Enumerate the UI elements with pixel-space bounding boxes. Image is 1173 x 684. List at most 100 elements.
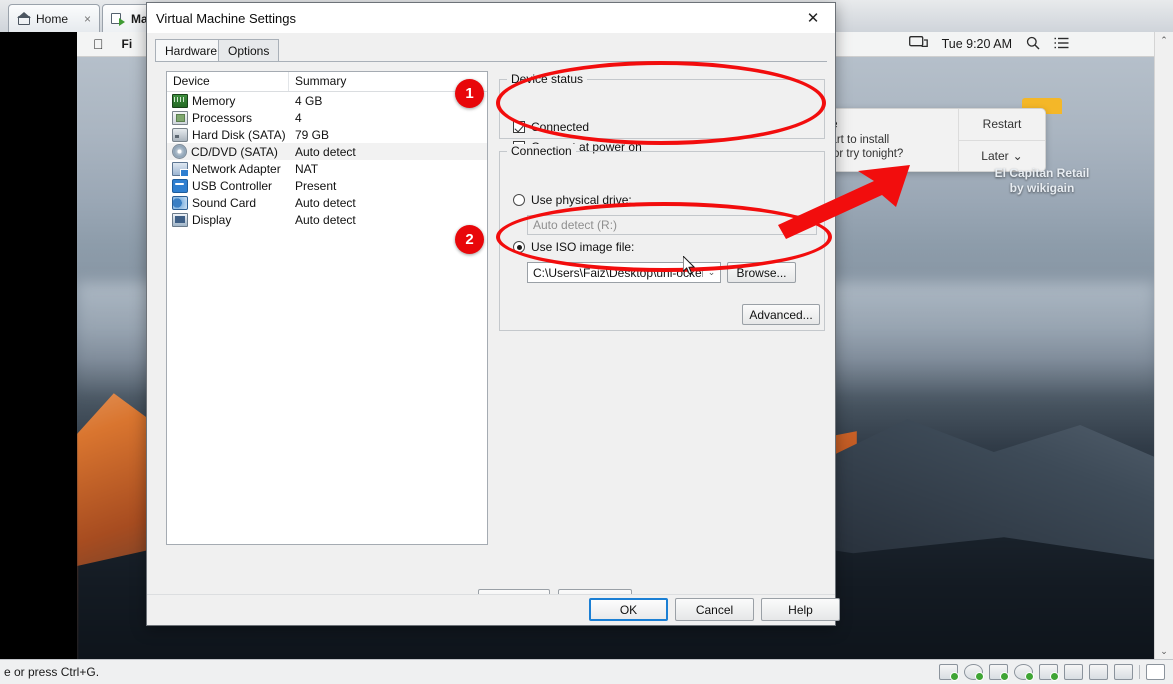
- physical-drive-select[interactable]: Auto detect (R:) ⌄: [527, 215, 817, 235]
- connected-checkbox[interactable]: [513, 121, 525, 133]
- usb-status-icon[interactable]: [1039, 664, 1059, 681]
- sound-card-icon: [172, 195, 188, 210]
- tab-options[interactable]: Options: [218, 39, 280, 61]
- iso-path-input[interactable]: C:\Users\Faiz\Desktop\unl-ocker 2 ⌄: [527, 262, 721, 283]
- printer-status-icon[interactable]: [1064, 664, 1083, 680]
- use-physical-drive-label: Use physical drive:: [531, 193, 632, 207]
- dialog-title-bar: Virtual Machine Settings ✕: [147, 3, 835, 34]
- use-iso-image-radio-row[interactable]: Use ISO image file:: [513, 240, 634, 254]
- hard-disk-icon: [172, 127, 188, 142]
- tab-home-close-icon[interactable]: ×: [84, 13, 91, 25]
- hard-disk-status-icon[interactable]: [939, 664, 959, 681]
- device-list[interactable]: Device Summary Memory 4 GB Processors 4 …: [166, 71, 488, 545]
- status-bar-message: e or press Ctrl+G.: [4, 665, 100, 679]
- chevron-down-icon: ⌄: [803, 219, 812, 230]
- virtual-machine-settings-dialog: Virtual Machine Settings ✕ Hardware Opti…: [146, 2, 840, 626]
- table-row[interactable]: Sound Card Auto detect: [167, 194, 487, 211]
- advanced-button[interactable]: Advanced...: [742, 304, 820, 325]
- apple-logo-icon[interactable]: : [93, 37, 104, 51]
- device-name: USB Controller: [192, 178, 273, 193]
- menu-finder[interactable]: Fi: [122, 37, 133, 51]
- message-log-icon[interactable]: [1146, 664, 1165, 680]
- dialog-footer: OK Cancel Help: [147, 594, 840, 625]
- device-summary: Auto detect: [295, 144, 356, 159]
- ok-button[interactable]: OK: [589, 598, 668, 621]
- vm-status-bar: e or press Ctrl+G.: [0, 659, 1173, 684]
- use-iso-image-label: Use ISO image file:: [531, 240, 635, 254]
- memory-icon: [172, 93, 188, 108]
- table-row[interactable]: Memory 4 GB: [167, 92, 487, 109]
- scroll-up-icon[interactable]: ⌃: [1155, 32, 1173, 49]
- cd-dvd-icon: [172, 144, 187, 159]
- airplay-icon[interactable]: [908, 36, 928, 52]
- processor-icon: [172, 110, 188, 125]
- table-row[interactable]: Network Adapter NAT: [167, 160, 487, 177]
- column-header-device: Device: [167, 72, 289, 91]
- tab-underline: [155, 61, 827, 62]
- display-icon: [172, 212, 188, 227]
- cd-dvd-status-icon[interactable]: [964, 664, 984, 681]
- table-row[interactable]: Hard Disk (SATA) 79 GB: [167, 126, 487, 143]
- use-physical-drive-radio[interactable]: [513, 194, 525, 206]
- physical-drive-value: Auto detect (R:): [533, 218, 618, 232]
- device-name: CD/DVD (SATA): [191, 144, 278, 159]
- device-status-legend: Device status: [507, 72, 588, 86]
- table-row[interactable]: USB Controller Present: [167, 177, 487, 194]
- search-icon[interactable]: [1026, 36, 1040, 53]
- device-name: Processors: [192, 110, 253, 125]
- tab-home[interactable]: Home ×: [8, 4, 100, 32]
- network-status-icon[interactable]: [989, 664, 1009, 681]
- connection-legend: Connection: [507, 144, 576, 158]
- table-row[interactable]: Display Auto detect: [167, 211, 487, 228]
- cancel-button[interactable]: Cancel: [675, 598, 754, 621]
- menubar-clock[interactable]: Tue 9:20 AM: [942, 37, 1012, 51]
- chevron-down-icon[interactable]: ⌄: [703, 267, 720, 278]
- device-summary: Auto detect: [295, 195, 356, 210]
- annotation-badge-1: 1: [455, 79, 484, 108]
- browse-button[interactable]: Browse...: [727, 262, 796, 283]
- status-separator: [1139, 665, 1140, 679]
- device-summary: Present: [295, 178, 337, 193]
- iso-path-value: C:\Users\Faiz\Desktop\unl-ocker 2: [533, 265, 703, 280]
- notification-buttons: Restart Later ⌄: [958, 109, 1045, 171]
- sound-status-icon[interactable]: [1014, 664, 1034, 681]
- device-name: Network Adapter: [192, 161, 281, 176]
- use-iso-image-radio[interactable]: [513, 241, 525, 253]
- watermark-line2: by wikigain: [1009, 181, 1075, 195]
- device-name: Memory: [192, 93, 236, 108]
- connected-checkbox-row[interactable]: Connected: [513, 120, 589, 134]
- display-status-icon[interactable]: [1114, 664, 1133, 680]
- device-summary: 79 GB: [295, 127, 330, 142]
- use-physical-drive-radio-row[interactable]: Use physical drive:: [513, 193, 632, 207]
- dialog-body: Hardware Options Device Summary Memory 4…: [147, 33, 835, 610]
- table-row-selected[interactable]: CD/DVD (SATA) Auto detect: [167, 143, 487, 160]
- tab-home-label: Home: [36, 11, 69, 26]
- home-icon: [17, 12, 31, 25]
- watermark: El Capitan Retail by wikigain: [972, 166, 1112, 196]
- watermark-line1: El Capitan Retail: [994, 166, 1090, 180]
- vertical-scrollbar[interactable]: ⌃ ⌄: [1154, 32, 1173, 660]
- scroll-down-icon[interactable]: ⌄: [1155, 643, 1173, 660]
- device-name: Sound Card: [192, 195, 257, 210]
- device-name: Hard Disk (SATA): [192, 127, 286, 142]
- network-adapter-icon: [172, 161, 189, 177]
- device-name: Display: [192, 212, 232, 227]
- notification-restart-button[interactable]: Restart: [959, 109, 1045, 140]
- device-summary: NAT: [295, 161, 319, 176]
- chevron-down-icon: ⌄: [1012, 148, 1023, 163]
- tab-hardware[interactable]: Hardware: [155, 39, 228, 62]
- device-summary: Auto detect: [295, 212, 356, 227]
- dialog-title: Virtual Machine Settings: [156, 10, 296, 26]
- notification-center-icon[interactable]: [1054, 37, 1069, 52]
- table-row[interactable]: Processors 4: [167, 109, 487, 126]
- camera-status-icon[interactable]: [1089, 664, 1108, 680]
- usb-controller-icon: [172, 178, 188, 193]
- help-button[interactable]: Help: [761, 598, 840, 621]
- status-bar-icons: [939, 664, 1173, 681]
- device-summary: 4: [295, 110, 302, 125]
- close-icon[interactable]: ✕: [791, 4, 835, 33]
- notification-later-label: Later: [981, 148, 1009, 163]
- annotation-badge-2: 2: [455, 225, 484, 254]
- connected-label: Connected: [531, 120, 590, 134]
- vm-icon: [111, 12, 126, 26]
